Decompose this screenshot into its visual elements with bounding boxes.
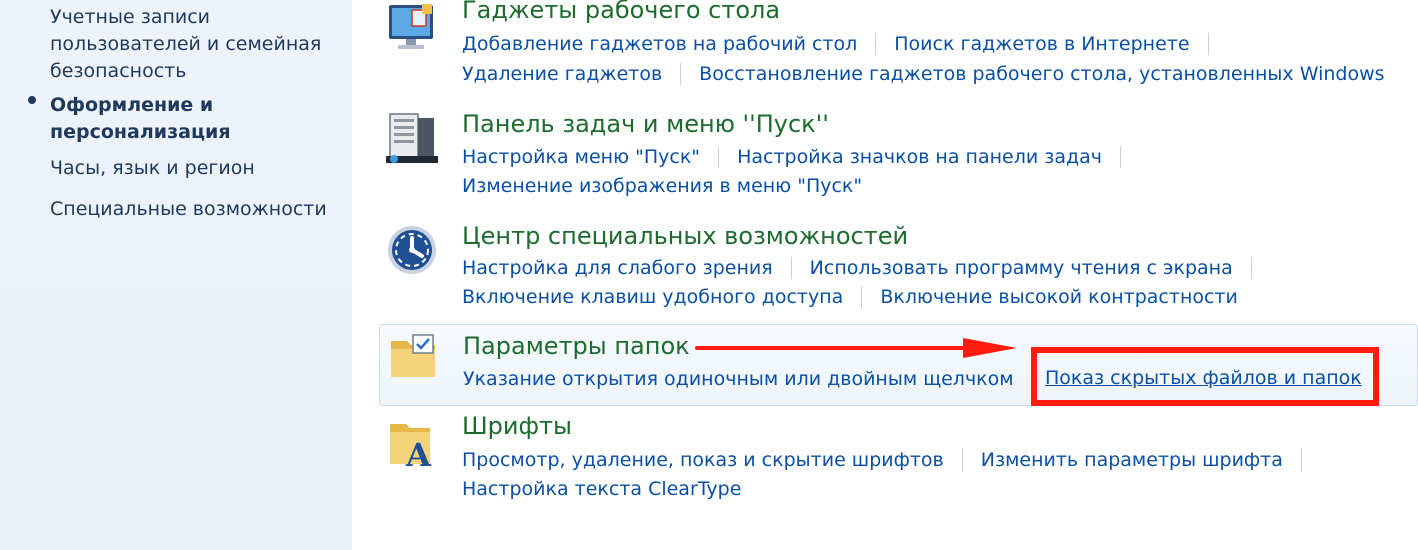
link-separator <box>790 257 792 279</box>
link-change-font-settings[interactable]: Изменить параметры шрифта <box>981 449 1283 471</box>
sidebar-item-label: Часы, язык и регион <box>50 157 255 179</box>
ease-of-access-icon <box>388 226 436 274</box>
left-navigation-pane: Учетные записи пользователей и семейная … <box>0 0 352 550</box>
links-row: Указание открытия одиночным или двойным … <box>463 368 1051 390</box>
link-optimize-visual-display[interactable]: Настройка для слабого зрения <box>462 257 773 279</box>
link-find-gadgets-online[interactable]: Поиск гаджетов в Интернете <box>894 33 1189 55</box>
current-category-bullet-icon <box>28 96 36 104</box>
link-show-hidden-files-folders[interactable]: Показ скрытых файлов и папок <box>1045 367 1362 389</box>
link-restore-gadgets[interactable]: Восстановление гаджетов рабочего стола, … <box>699 63 1384 85</box>
link-separator <box>680 63 682 85</box>
sidebar-item-label: пользователей и семейная <box>50 33 322 55</box>
sidebar-item-label: безопасность <box>50 60 187 82</box>
sidebar-item-clock-language-region[interactable]: Часы, язык и регион <box>50 155 255 182</box>
link-separator <box>718 146 720 168</box>
link-separator <box>861 286 863 308</box>
links-row: Удаление гаджетов Восстановление гаджето… <box>462 63 1385 85</box>
red-annotation-arrow-icon <box>695 338 1017 358</box>
folder-options-icon <box>391 334 435 377</box>
fonts-folder-icon: A <box>390 424 432 468</box>
desktop-gadgets-icon <box>389 4 433 49</box>
links-row: Включение клавиш удобного доступа Включе… <box>462 286 1238 308</box>
section-title[interactable]: Панель задач и меню ''Пуск'' <box>462 110 829 138</box>
link-separator <box>1250 257 1252 279</box>
link-turn-on-high-contrast[interactable]: Включение высокой контрастности <box>880 286 1238 308</box>
section-title[interactable]: Гаджеты рабочего стола <box>462 0 780 24</box>
sidebar-item-label: Оформление и <box>50 94 214 116</box>
links-row: Настройка меню "Пуск" Настройка значков … <box>462 146 1139 168</box>
section-ease-of-access-center: Центр специальных возможностей Настройка… <box>352 220 1418 320</box>
section-title[interactable]: Центр специальных возможностей <box>462 222 908 250</box>
section-title[interactable]: Шрифты <box>462 412 572 440</box>
link-single-double-click[interactable]: Указание открытия одиночным или двойным … <box>463 368 1014 390</box>
links-row: Добавление гаджетов на рабочий стол Поис… <box>462 33 1227 55</box>
sidebar-item-label: Специальные возможности <box>50 198 327 220</box>
link-uninstall-gadget[interactable]: Удаление гаджетов <box>462 63 662 85</box>
link-separator <box>1120 146 1121 168</box>
link-adjust-cleartype[interactable]: Настройка текста ClearType <box>462 478 741 500</box>
links-row: Настройка текста ClearType <box>462 478 741 500</box>
sidebar-item-label: персонализация <box>50 121 231 143</box>
link-add-gadgets[interactable]: Добавление гаджетов на рабочий стол <box>462 33 857 55</box>
link-use-screen-reader[interactable]: Использовать программу чтения с экрана <box>810 257 1233 279</box>
section-taskbar-start-menu: Панель задач и меню ''Пуск'' Настройка м… <box>352 108 1418 208</box>
section-fonts: A Шрифты Просмотр, удаление, показ и скр… <box>352 412 1418 512</box>
link-separator <box>875 33 877 55</box>
link-separator <box>1300 449 1302 471</box>
sidebar-item-user-accounts[interactable]: Учетные записи пользователей и семейная … <box>50 4 321 85</box>
sidebar-item-ease-of-access[interactable]: Специальные возможности <box>50 196 327 223</box>
sidebar-item-label: Учетные записи <box>50 6 211 28</box>
link-turn-on-easy-access-keys[interactable]: Включение клавиш удобного доступа <box>462 286 843 308</box>
link-customize-taskbar-icons[interactable]: Настройка значков на панели задач <box>737 146 1102 168</box>
section-title[interactable]: Параметры папок <box>463 332 690 360</box>
svg-text:A: A <box>405 436 432 468</box>
link-separator <box>1207 33 1209 55</box>
link-separator <box>961 449 963 471</box>
taskbar-start-menu-icon <box>386 113 438 163</box>
sidebar-item-appearance-personalization[interactable]: Оформление и персонализация <box>50 92 231 146</box>
links-row: Просмотр, удаление, показ и скрытие шриф… <box>462 449 1320 471</box>
link-preview-delete-fonts[interactable]: Просмотр, удаление, показ и скрытие шриф… <box>462 449 944 471</box>
control-panel-content: Гаджеты рабочего стола Добавление гаджет… <box>352 0 1418 550</box>
links-row: Изменение изображения в меню "Пуск" <box>462 175 862 197</box>
links-row: Настройка для слабого зрения Использоват… <box>462 257 1270 279</box>
link-customize-start-menu[interactable]: Настройка меню "Пуск" <box>462 146 700 168</box>
link-change-start-menu-picture[interactable]: Изменение изображения в меню "Пуск" <box>462 175 862 197</box>
section-desktop-gadgets: Гаджеты рабочего стола Добавление гаджет… <box>352 0 1418 100</box>
